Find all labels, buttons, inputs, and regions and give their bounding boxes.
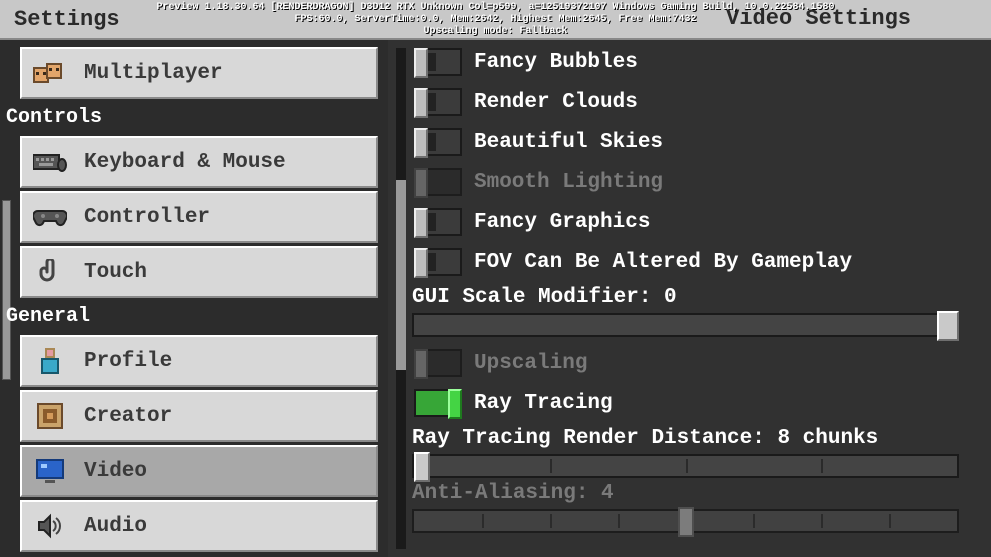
toggle-beautiful-skies[interactable] <box>414 128 462 156</box>
slider-anti-aliasing <box>412 509 959 533</box>
creator-icon <box>32 400 68 432</box>
audio-icon <box>32 510 68 542</box>
label-rt-distance: Ray Tracing Render Distance: 8 chunks <box>412 427 971 450</box>
label-fancy-bubbles: Fancy Bubbles <box>474 51 638 74</box>
settings-title: Settings <box>14 7 120 32</box>
label-anti-aliasing: Anti-Aliasing: 4 <box>412 482 971 505</box>
label-smooth-lighting: Smooth Lighting <box>474 171 663 194</box>
sidebar-item-label: Multiplayer <box>84 62 223 85</box>
sidebar-item-label: Audio <box>84 515 147 538</box>
toggle-render-clouds[interactable] <box>414 88 462 116</box>
sidebar-item-label: Keyboard & Mouse <box>84 151 286 174</box>
toggle-fov-gameplay[interactable] <box>414 248 462 276</box>
profile-icon <box>32 345 68 377</box>
sidebar: Multiplayer Controls Keyboard & Mouse Co… <box>0 40 388 557</box>
sidebar-item-controller[interactable]: Controller <box>20 191 378 243</box>
label-fov-gameplay: FOV Can Be Altered By Gameplay <box>474 251 852 274</box>
sidebar-item-label: Profile <box>84 350 172 373</box>
sidebar-item-label: Touch <box>84 261 147 284</box>
sidebar-item-multiplayer[interactable]: Multiplayer <box>20 47 378 99</box>
label-upscaling: Upscaling <box>474 352 587 375</box>
touch-icon <box>32 256 68 288</box>
section-general: General <box>0 301 388 332</box>
sidebar-item-touch[interactable]: Touch <box>20 246 378 298</box>
sidebar-item-profile[interactable]: Profile <box>20 335 378 387</box>
sidebar-item-label: Creator <box>84 405 172 428</box>
label-render-clouds: Render Clouds <box>474 91 638 114</box>
panel-scrollbar-thumb[interactable] <box>396 180 406 370</box>
sidebar-item-audio[interactable]: Audio <box>20 500 378 552</box>
label-gui-scale: GUI Scale Modifier: 0 <box>412 286 971 309</box>
header-bar: Settings Video Settings <box>0 0 991 40</box>
video-icon <box>32 455 68 487</box>
toggle-fancy-graphics[interactable] <box>414 208 462 236</box>
sidebar-item-label: Controller <box>84 206 210 229</box>
video-settings-panel: Fancy Bubbles Render Clouds Beautiful Sk… <box>388 40 991 557</box>
controller-icon <box>32 201 68 233</box>
sidebar-item-keyboard[interactable]: Keyboard & Mouse <box>20 136 378 188</box>
sidebar-item-video[interactable]: Video <box>20 445 378 497</box>
sidebar-item-label: Video <box>84 460 147 483</box>
slider-gui-scale[interactable] <box>412 313 959 337</box>
label-ray-tracing: Ray Tracing <box>474 392 613 415</box>
keyboard-icon <box>32 146 68 178</box>
multiplayer-icon <box>32 57 68 89</box>
video-settings-title: Video Settings <box>726 6 911 31</box>
toggle-fancy-bubbles[interactable] <box>414 48 462 76</box>
label-fancy-graphics: Fancy Graphics <box>474 211 650 234</box>
slider-rt-distance[interactable] <box>412 454 959 478</box>
toggle-ray-tracing[interactable] <box>414 389 462 417</box>
label-beautiful-skies: Beautiful Skies <box>474 131 663 154</box>
sidebar-item-creator[interactable]: Creator <box>20 390 378 442</box>
toggle-upscaling <box>414 349 462 377</box>
toggle-smooth-lighting <box>414 168 462 196</box>
section-controls: Controls <box>0 102 388 133</box>
